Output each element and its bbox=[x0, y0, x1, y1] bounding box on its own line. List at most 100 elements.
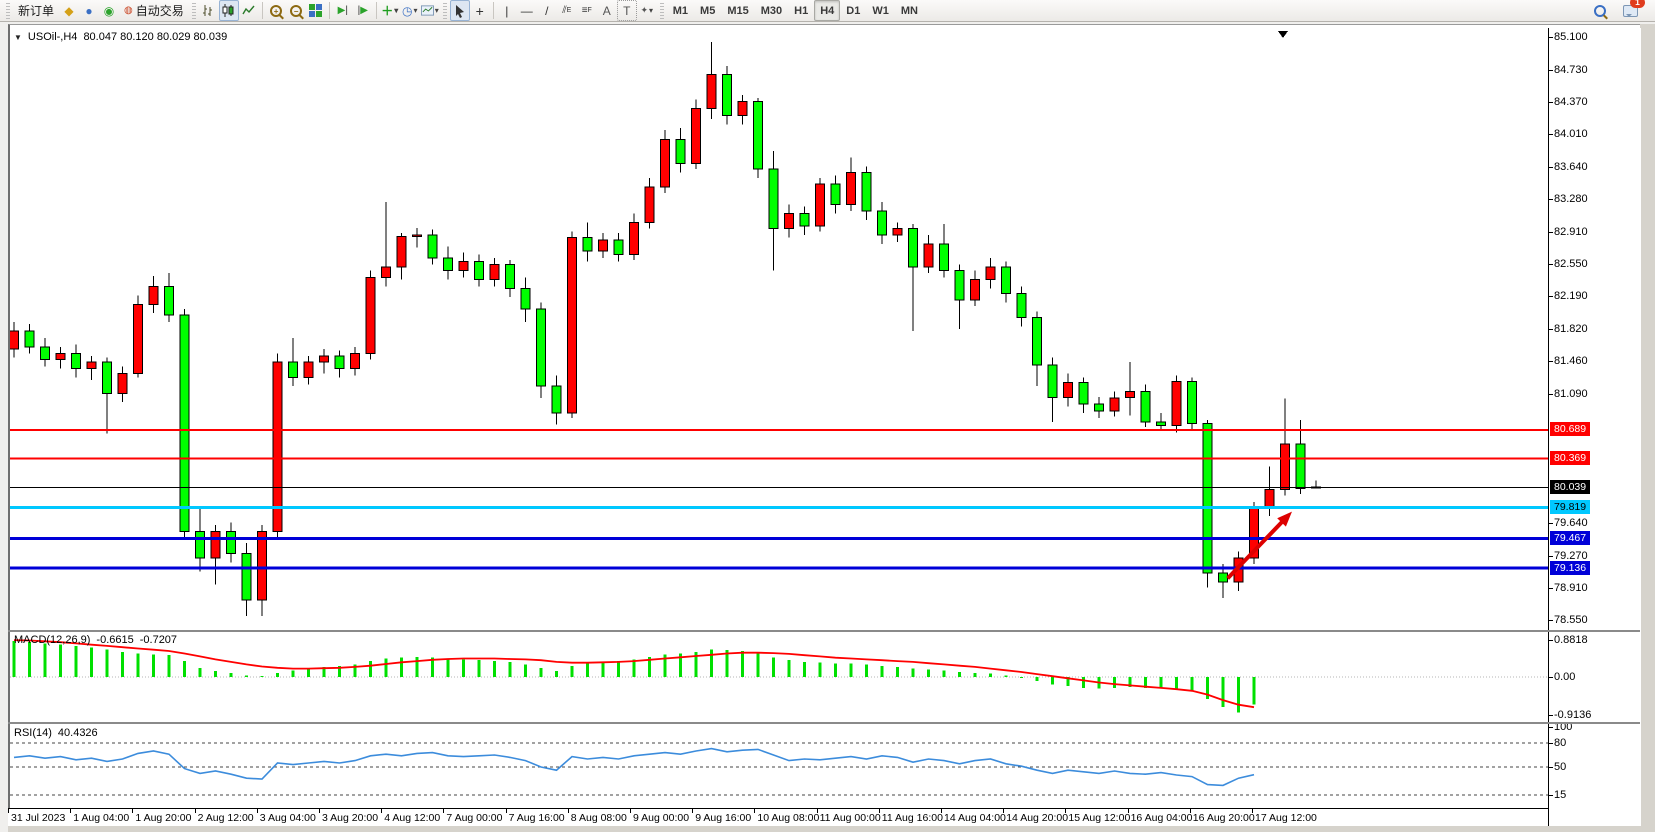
candle bbox=[72, 353, 81, 368]
timeframe-button-h4[interactable]: H4 bbox=[814, 0, 840, 21]
candle bbox=[986, 267, 995, 280]
line-chart-type-icon[interactable] bbox=[239, 0, 259, 21]
toolbar-grip bbox=[443, 3, 447, 19]
chart-template-icon[interactable]: ▾ bbox=[420, 0, 440, 21]
panel-separator[interactable] bbox=[8, 630, 1640, 632]
price-chart-panel[interactable] bbox=[10, 28, 1548, 632]
price-label-79.819[interactable]: 79.819 bbox=[1550, 500, 1590, 514]
candle bbox=[165, 287, 174, 316]
price-label-80.369[interactable]: 80.369 bbox=[1550, 451, 1590, 465]
price-tick: 78.550 bbox=[1554, 614, 1588, 627]
chart-shift-icon[interactable]: |▶ bbox=[353, 0, 373, 21]
price-tick: 82.910 bbox=[1554, 226, 1588, 239]
equidistant-channel-tool-icon[interactable]: ⫽E bbox=[557, 0, 577, 21]
macd-panel[interactable] bbox=[10, 632, 1548, 723]
horizontal-line-tool-icon[interactable]: — bbox=[517, 0, 537, 21]
main-toolbar: 新订单 ◆ ● ◉ ◍ 自动交易 + − ▶| |▶ ＋▾ ◷▾ ▾ bbox=[0, 0, 1655, 22]
chart-title[interactable]: ▼ USOil-,H4 80.047 80.120 80.029 80.039 bbox=[14, 31, 227, 43]
timeframe-button-m30[interactable]: M30 bbox=[755, 0, 788, 21]
macd-bar bbox=[152, 654, 155, 677]
toolbar-grip bbox=[192, 3, 196, 19]
timeframe-button-m1[interactable]: M1 bbox=[667, 0, 694, 21]
price-label-80.689[interactable]: 80.689 bbox=[1550, 422, 1590, 436]
macd-bar bbox=[1005, 675, 1008, 677]
text-tool-icon[interactable]: A bbox=[597, 0, 617, 21]
candle bbox=[397, 237, 406, 267]
timeframe-button-mn[interactable]: MN bbox=[895, 0, 924, 21]
time-tick bbox=[817, 809, 818, 813]
macd-bar bbox=[1020, 677, 1023, 678]
price-tick: 82.550 bbox=[1554, 258, 1588, 271]
timeframe-button-d1[interactable]: D1 bbox=[840, 0, 866, 21]
macd-bar bbox=[1113, 677, 1116, 688]
candle bbox=[568, 238, 577, 413]
tile-windows-icon[interactable] bbox=[306, 0, 326, 21]
candle bbox=[692, 109, 701, 164]
dropdown-caret-icon: ▾ bbox=[649, 6, 653, 15]
time-tick bbox=[132, 809, 133, 813]
auto-trading-button[interactable]: ◍ 自动交易 bbox=[119, 0, 189, 21]
macd-bar bbox=[168, 655, 171, 677]
candle bbox=[196, 531, 205, 558]
macd-bar bbox=[183, 661, 186, 677]
price-label-79.136[interactable]: 79.136 bbox=[1550, 561, 1590, 575]
macd-bar bbox=[385, 659, 388, 678]
candle bbox=[366, 278, 375, 354]
timeframe-button-m5[interactable]: M5 bbox=[694, 0, 721, 21]
timeframe-button-h1[interactable]: H1 bbox=[788, 0, 814, 21]
cursor-tool-icon[interactable] bbox=[450, 0, 470, 21]
auto-trading-icon: ◍ bbox=[124, 5, 133, 16]
macd-bar bbox=[1036, 677, 1039, 681]
candle bbox=[1033, 318, 1042, 365]
crosshair-tool-icon[interactable]: + bbox=[470, 0, 490, 21]
time-label: 1 Aug 20:00 bbox=[135, 812, 191, 824]
macd-bar bbox=[555, 671, 558, 677]
macd-bar bbox=[850, 664, 853, 677]
candle bbox=[475, 262, 484, 280]
macd-bar bbox=[230, 673, 233, 677]
price-label-80.039[interactable]: 80.039 bbox=[1550, 480, 1590, 494]
metaeditor-icon[interactable]: ◆ bbox=[59, 0, 79, 21]
candlestick-chart-type-icon[interactable] bbox=[219, 0, 239, 21]
macd-bar bbox=[400, 658, 403, 677]
zoom-in-icon[interactable]: + bbox=[266, 0, 286, 21]
rsi-value: 40.4326 bbox=[58, 727, 98, 739]
macd-bar bbox=[137, 654, 140, 678]
macd-bar bbox=[974, 673, 977, 677]
price-tick: 83.640 bbox=[1554, 161, 1588, 174]
search-icon[interactable] bbox=[1590, 0, 1610, 21]
chat-icon[interactable]: 1 bbox=[1620, 0, 1640, 21]
price-label-79.467[interactable]: 79.467 bbox=[1550, 531, 1590, 545]
indicators-add-icon[interactable]: ＋▾ bbox=[380, 0, 400, 21]
candle bbox=[583, 238, 592, 251]
zoom-out-icon[interactable]: − bbox=[286, 0, 306, 21]
macd-bar bbox=[710, 649, 713, 677]
bar-chart-type-icon[interactable] bbox=[199, 0, 219, 21]
panel-separator[interactable] bbox=[8, 722, 1640, 724]
time-tick bbox=[381, 809, 382, 813]
fibonacci-tool-icon[interactable]: ≡F bbox=[577, 0, 597, 21]
community-icon[interactable]: ● bbox=[79, 0, 99, 21]
price-axis[interactable]: 85.10084.73084.37084.01083.64083.28082.9… bbox=[1548, 28, 1641, 826]
trendline-tool-icon[interactable]: / bbox=[537, 0, 557, 21]
auto-scroll-icon[interactable]: ▶| bbox=[333, 0, 353, 21]
candle bbox=[971, 279, 980, 300]
signals-icon[interactable]: ◉ bbox=[99, 0, 119, 21]
timeframe-button-w1[interactable]: W1 bbox=[866, 0, 895, 21]
macd-bar bbox=[509, 662, 512, 677]
vertical-line-tool-icon[interactable]: | bbox=[497, 0, 517, 21]
rsi-panel[interactable] bbox=[10, 724, 1548, 808]
candle bbox=[134, 304, 143, 373]
timeframe-clock-icon[interactable]: ◷▾ bbox=[400, 0, 420, 21]
time-label: 4 Aug 12:00 bbox=[384, 812, 440, 824]
new-order-button[interactable]: 新订单 bbox=[13, 0, 59, 21]
ohlc-values: 80.047 80.120 80.029 80.039 bbox=[83, 31, 227, 43]
price-tick: 81.090 bbox=[1554, 388, 1588, 401]
candle bbox=[149, 287, 158, 305]
time-axis[interactable]: 31 Jul 20231 Aug 04:001 Aug 20:002 Aug 1… bbox=[8, 808, 1640, 826]
text-label-tool-icon[interactable]: T bbox=[617, 0, 637, 21]
timeframe-button-m15[interactable]: M15 bbox=[721, 0, 754, 21]
symbol-dropdown-icon[interactable]: ▼ bbox=[14, 33, 22, 42]
candle bbox=[924, 244, 933, 267]
arrows-tool-icon[interactable]: ✦▾ bbox=[637, 0, 657, 21]
